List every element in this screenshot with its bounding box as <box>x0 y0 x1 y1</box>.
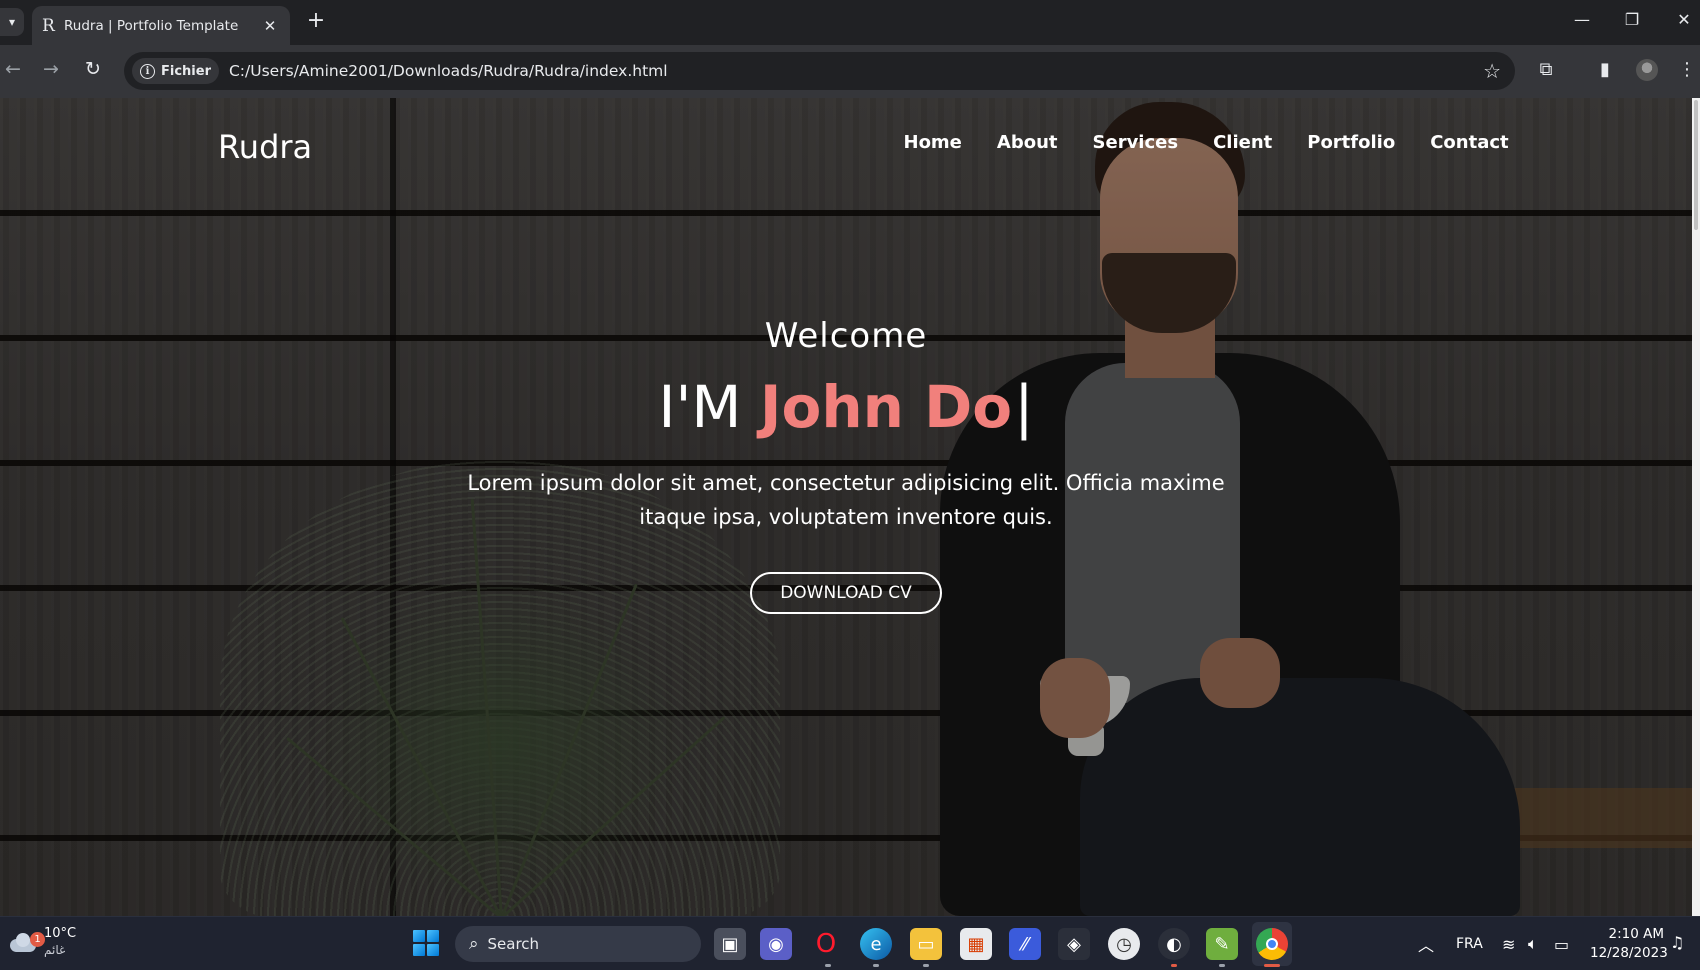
hero-lead-text: Lorem ipsum dolor sit amet, consectetur … <box>467 471 1225 529</box>
minimize-window-icon[interactable]: — <box>1568 10 1596 29</box>
weather-description: غائم <box>44 943 66 957</box>
nav-link-services[interactable]: Services <box>1075 128 1196 158</box>
obs-icon[interactable]: ◐ <box>1158 928 1190 960</box>
hero-name: John Do <box>759 373 1013 441</box>
typing-caret: | <box>1014 373 1034 441</box>
back-arrow-icon[interactable]: ← <box>0 58 26 80</box>
nav-link-contact[interactable]: Contact <box>1413 128 1526 158</box>
site-logo[interactable]: Rudra <box>218 128 312 166</box>
app-cube-icon[interactable]: ◈ <box>1058 928 1090 960</box>
nav-link-client[interactable]: Client <box>1196 128 1290 158</box>
battery-icon[interactable]: ▭ <box>1554 917 1569 970</box>
nav-link-home[interactable]: Home <box>886 128 979 158</box>
notification-badge: 1 <box>30 932 45 947</box>
teams-icon[interactable]: ◉ <box>760 928 792 960</box>
forward-arrow-icon[interactable]: → <box>38 58 64 80</box>
info-icon: i <box>140 63 155 79</box>
download-cv-button[interactable]: DOWNLOAD CV <box>750 572 942 614</box>
taskbar-search-label: Search <box>487 935 540 953</box>
favicon-icon: R <box>42 15 55 36</box>
page-viewport: Rudra Home About Services Client Portfol… <box>0 98 1692 916</box>
wifi-icon[interactable]: ≋ <box>1502 917 1515 970</box>
task-view-icon[interactable]: ▣ <box>714 928 746 960</box>
profile-avatar-icon[interactable] <box>1636 59 1658 81</box>
clock-time: 2:10 AM <box>1608 926 1665 942</box>
volume-icon[interactable]: 🔈︎ <box>1528 917 1538 970</box>
editor-app-icon[interactable]: ⁄⁄ <box>1009 928 1041 960</box>
browser-toolbar: ← → ↻ i Fichier C:/Users/Amine2001/Downl… <box>0 45 1700 98</box>
menu-kebab-icon[interactable]: ⋮ <box>1674 59 1700 80</box>
chrome-icon[interactable] <box>1256 928 1288 960</box>
clock-app-icon[interactable]: ◷ <box>1108 928 1140 960</box>
hero-welcome: Welcome <box>764 316 928 356</box>
edge-icon[interactable]: e <box>860 928 892 960</box>
site-nav: Home About Services Client Portfolio Con… <box>886 128 1526 158</box>
search-icon: ⌕ <box>469 934 479 954</box>
taskbar-search[interactable]: ⌕ Search <box>455 926 701 962</box>
notification-bell-icon[interactable]: ♫ <box>1670 933 1684 952</box>
browser-tab-active[interactable]: R Rudra | Portfolio Template ✕ <box>32 6 290 45</box>
tab-title: Rudra | Portfolio Template <box>64 17 239 34</box>
system-clock[interactable]: 2:10 AM 12/28/2023 <box>1590 925 1668 963</box>
side-panel-icon[interactable]: ▮ <box>1592 59 1618 80</box>
microsoft-store-icon[interactable]: ▦ <box>960 928 992 960</box>
nav-link-about[interactable]: About <box>979 128 1075 158</box>
browser-tab-strip: ▾ R Rudra | Portfolio Template ✕ + — ❐ ✕ <box>0 0 1700 45</box>
hero-headline: I'M John Do| <box>0 374 1692 440</box>
site-info-chip[interactable]: i Fichier <box>132 58 219 84</box>
show-hidden-icons-chevron-icon[interactable]: ︿ <box>1418 917 1434 970</box>
address-bar[interactable]: i Fichier C:/Users/Amine2001/Downloads/R… <box>124 52 1515 90</box>
close-window-icon[interactable]: ✕ <box>1670 10 1698 29</box>
close-tab-icon[interactable]: ✕ <box>260 17 280 35</box>
url-text[interactable]: C:/Users/Amine2001/Downloads/Rudra/Rudra… <box>229 62 1483 80</box>
input-language[interactable]: FRA <box>1456 917 1483 970</box>
weather-widget[interactable]: 1 10°C غائم <box>8 925 76 959</box>
extensions-puzzle-icon[interactable]: ⧉ <box>1533 59 1559 80</box>
restore-window-icon[interactable]: ❐ <box>1618 10 1646 29</box>
tab-search-chevron-icon[interactable]: ▾ <box>0 8 24 36</box>
windows-start-icon[interactable] <box>413 930 439 956</box>
new-tab-button[interactable]: + <box>305 8 327 33</box>
opera-icon[interactable]: O <box>810 928 842 960</box>
scrollbar-thumb[interactable] <box>1694 100 1698 230</box>
reload-icon[interactable]: ↻ <box>80 58 106 80</box>
windows-taskbar: 1 10°C غائم ⌕ Search ▣ ◉ O e ▭ ▦ ⁄⁄ ◈ ◷ … <box>0 916 1700 970</box>
nav-link-portfolio[interactable]: Portfolio <box>1290 128 1413 158</box>
bookmark-star-icon[interactable]: ☆ <box>1483 59 1501 83</box>
weather-temperature: 10°C <box>44 926 77 941</box>
notepad-app-icon[interactable]: ✎ <box>1206 928 1238 960</box>
site-info-label: Fichier <box>161 63 211 79</box>
hero-prefix: I'M <box>658 373 742 441</box>
file-explorer-icon[interactable]: ▭ <box>910 928 942 960</box>
hero-section: Welcome I'M John Do| Lorem ipsum dolor s… <box>0 316 1692 614</box>
clock-date: 12/28/2023 <box>1590 945 1668 961</box>
